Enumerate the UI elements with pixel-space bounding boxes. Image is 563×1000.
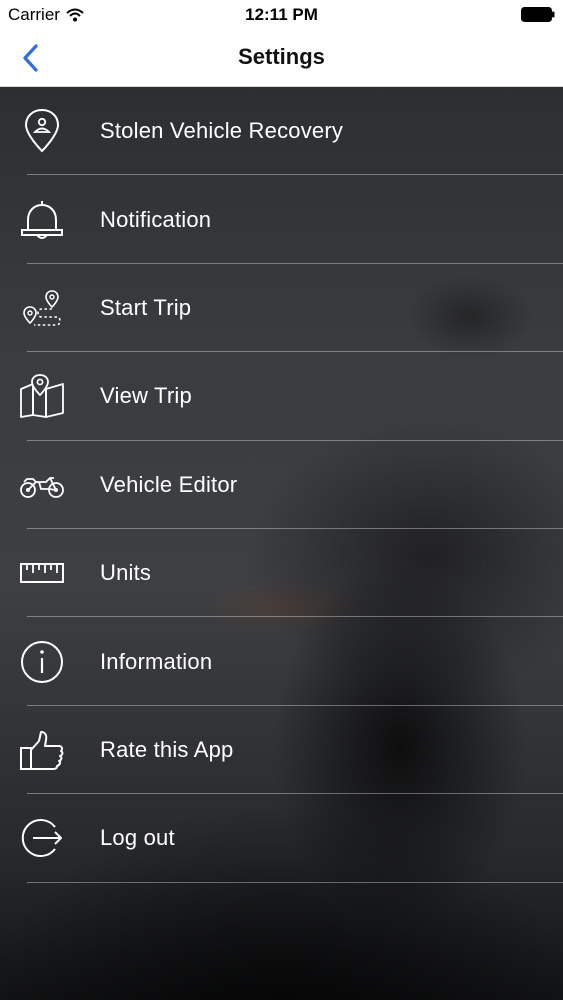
location-pin-icon	[18, 107, 66, 155]
settings-content: Stolen Vehicle Recovery Notification Sta…	[0, 87, 563, 1000]
menu-item-label: Rate this App	[100, 736, 234, 762]
settings-menu: Stolen Vehicle Recovery Notification Sta…	[0, 87, 563, 883]
menu-item-units[interactable]: Units	[0, 529, 563, 618]
logout-icon	[18, 814, 66, 862]
menu-item-label: Vehicle Editor	[100, 471, 238, 497]
bell-icon	[18, 196, 66, 244]
map-icon	[18, 372, 66, 420]
menu-item-label: Start Trip	[100, 294, 192, 320]
menu-item-vehicle-editor[interactable]: Vehicle Editor	[0, 441, 563, 529]
page-title: Settings	[238, 44, 325, 69]
menu-item-rate-this-app[interactable]: Rate this App	[0, 706, 563, 795]
motorcycle-icon	[18, 461, 66, 509]
menu-item-view-trip[interactable]: View Trip	[0, 352, 563, 441]
menu-item-label: Notification	[100, 206, 212, 232]
menu-item-label: Stolen Vehicle Recovery	[100, 118, 344, 144]
battery-icon	[521, 7, 555, 22]
divider	[27, 881, 563, 883]
info-icon	[18, 638, 66, 686]
menu-item-label: View Trip	[100, 383, 192, 409]
menu-item-start-trip[interactable]: Start Trip	[0, 264, 563, 353]
menu-item-information[interactable]: Information	[0, 617, 563, 706]
route-icon	[18, 284, 66, 332]
menu-item-log-out[interactable]: Log out	[0, 794, 563, 883]
navigation-bar: Settings	[0, 30, 563, 87]
thumbs-up-icon	[18, 726, 66, 774]
ruler-icon	[18, 549, 66, 597]
menu-item-stolen-vehicle-recovery[interactable]: Stolen Vehicle Recovery	[0, 87, 563, 176]
menu-item-label: Information	[100, 648, 213, 674]
menu-item-label: Units	[100, 560, 152, 586]
menu-item-notification[interactable]: Notification	[0, 175, 563, 264]
menu-item-label: Log out	[100, 825, 175, 851]
status-time: 12:11 PM	[245, 5, 318, 24]
status-bar: Carrier 12:11 PM	[0, 0, 563, 30]
